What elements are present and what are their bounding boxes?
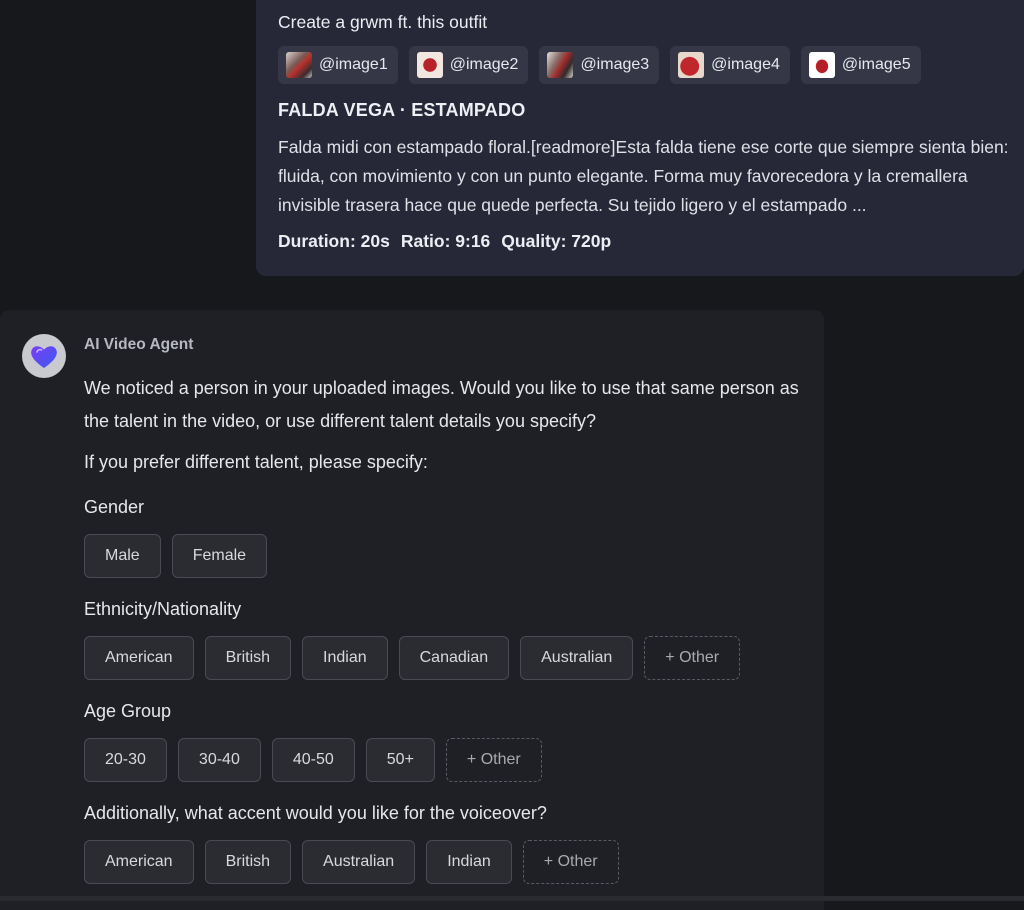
image-chip-label: @image3 [580, 56, 650, 73]
image-thumbnail [416, 52, 443, 78]
gender-option-male[interactable]: Male [84, 534, 161, 578]
ethnicity-options: American British Indian Canadian Austral… [84, 636, 804, 680]
accent-option-british[interactable]: British [204, 840, 292, 884]
accent-label: Additionally, what accent would you like… [84, 803, 547, 823]
image-chip-4[interactable]: @image4 [670, 46, 790, 84]
image-thumbnail [286, 52, 312, 78]
agent-message-body: We noticed a person in your uploaded ima… [84, 372, 804, 884]
image-thumbnail [678, 52, 705, 78]
gender-option-female[interactable]: Female [171, 534, 268, 578]
accent-option-american[interactable]: American [84, 840, 194, 884]
image-chip-label: @image1 [319, 56, 388, 73]
product-title: FALDA VEGA · ESTAMPADO [278, 100, 526, 120]
accent-add-other-button[interactable]: + Other [522, 840, 619, 884]
age-option-20-30[interactable]: 20-30 [84, 738, 167, 782]
talent-prompt: If you prefer different talent, please s… [84, 452, 428, 472]
ethnicity-option-indian[interactable]: Indian [302, 636, 388, 680]
age-option-50-plus[interactable]: 50+ [365, 738, 435, 782]
prompt-text: Create a grwm ft. this outfit [278, 12, 488, 32]
ethnicity-label: Ethnicity/Nationality [84, 599, 242, 619]
image-chip-label: @image5 [841, 56, 911, 73]
gender-options: Male Female [84, 534, 804, 578]
image-chip-label: @image4 [711, 56, 780, 73]
image-thumbnail [547, 52, 574, 78]
image-thumbnail [808, 52, 835, 78]
age-option-40-50[interactable]: 40-50 [271, 738, 355, 782]
image-chip-5[interactable]: @image5 [800, 46, 921, 84]
image-chip-3[interactable]: @image3 [539, 46, 660, 84]
ratio-value: Ratio: 9:16 [400, 231, 491, 251]
ethnicity-option-canadian[interactable]: Canadian [398, 636, 510, 680]
age-option-30-40[interactable]: 30-40 [177, 738, 261, 782]
duration-value: Duration: 20s [278, 231, 390, 251]
image-chip-2[interactable]: @image2 [408, 46, 529, 84]
agent-question: We noticed a person in your uploaded ima… [84, 378, 799, 431]
video-settings: Duration: 20s Ratio: 9:16 Quality: 720p [278, 231, 1024, 252]
ethnicity-option-american[interactable]: American [84, 636, 194, 680]
ethnicity-add-other-button[interactable]: + Other [644, 636, 741, 680]
image-reference-list: @image1 @image2 @image3 @image4 @image5 [278, 46, 1024, 84]
avatar [22, 334, 66, 378]
agent-message-card: AI Video Agent We noticed a person in yo… [0, 310, 824, 910]
user-prompt-bubble: Create a grwm ft. this outfit @image1 @i… [256, 0, 1024, 276]
agent-name: AI Video Agent [84, 336, 194, 353]
image-chip-1[interactable]: @image1 [278, 46, 398, 84]
accent-option-australian[interactable]: Australian [302, 840, 416, 884]
product-description: Falda midi con estampado floral.[readmor… [278, 137, 1009, 215]
heart-icon [31, 346, 57, 368]
accent-options: American British Australian Indian + Oth… [84, 840, 804, 884]
accent-option-indian[interactable]: Indian [426, 840, 512, 884]
bottom-divider [0, 896, 1024, 901]
gender-label: Gender [84, 497, 145, 517]
age-group-options: 20-30 30-40 40-50 50+ + Other [84, 738, 804, 782]
age-add-other-button[interactable]: + Other [445, 738, 542, 782]
quality-value: Quality: 720p [501, 231, 612, 251]
ethnicity-option-british[interactable]: British [204, 636, 292, 680]
image-chip-label: @image2 [449, 56, 519, 73]
age-group-label: Age Group [84, 701, 172, 721]
ethnicity-option-australian[interactable]: Australian [520, 636, 634, 680]
